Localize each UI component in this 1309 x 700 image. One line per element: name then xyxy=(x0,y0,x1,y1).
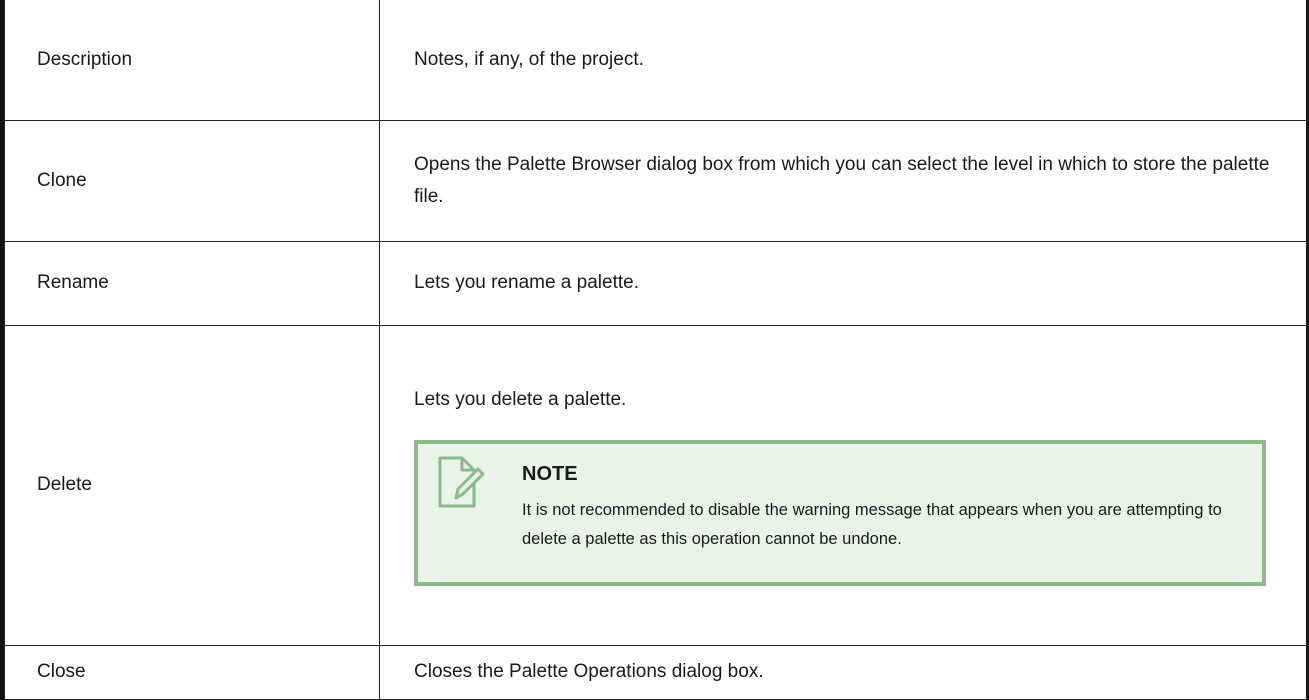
options-table: Description Notes, if any, of the projec… xyxy=(4,0,1308,700)
description-cell: Opens the Palette Browser dialog box fro… xyxy=(379,119,1308,242)
term-cell: Rename xyxy=(4,240,380,326)
note-body: It is not recommended to disable the war… xyxy=(522,501,1222,548)
term-cell: Delete xyxy=(4,324,380,646)
note-callout: NOTE It is not recommended to disable th… xyxy=(414,440,1266,586)
note-title: NOTE xyxy=(522,463,578,485)
table-row: Rename Lets you rename a palette. xyxy=(4,240,1308,326)
description-text: Lets you rename a palette. xyxy=(414,272,639,293)
table-row: Clone Opens the Palette Browser dialog b… xyxy=(4,119,1308,242)
term-cell: Description xyxy=(4,0,380,121)
note-icon xyxy=(436,456,485,510)
description-text: Closes the Palette Operations dialog box… xyxy=(414,661,764,682)
description-cell: Lets you rename a palette. xyxy=(379,240,1308,326)
description-cell: Lets you delete a palette. NOTE It is no… xyxy=(379,324,1308,646)
description-cell: Notes, if any, of the project. xyxy=(379,0,1308,121)
table-row: Description Notes, if any, of the projec… xyxy=(4,0,1308,121)
table-row: Close Closes the Palette Operations dial… xyxy=(4,644,1308,700)
term-cell: Clone xyxy=(4,119,380,242)
description-cell: Closes the Palette Operations dialog box… xyxy=(379,644,1308,700)
description-text: Lets you delete a palette. xyxy=(414,389,627,410)
description-text: Opens the Palette Browser dialog box fro… xyxy=(414,153,1270,207)
table-row: Delete Lets you delete a palette. NOTE I… xyxy=(4,324,1308,646)
term-cell: Close xyxy=(4,644,380,700)
description-text: Notes, if any, of the project. xyxy=(414,48,644,70)
